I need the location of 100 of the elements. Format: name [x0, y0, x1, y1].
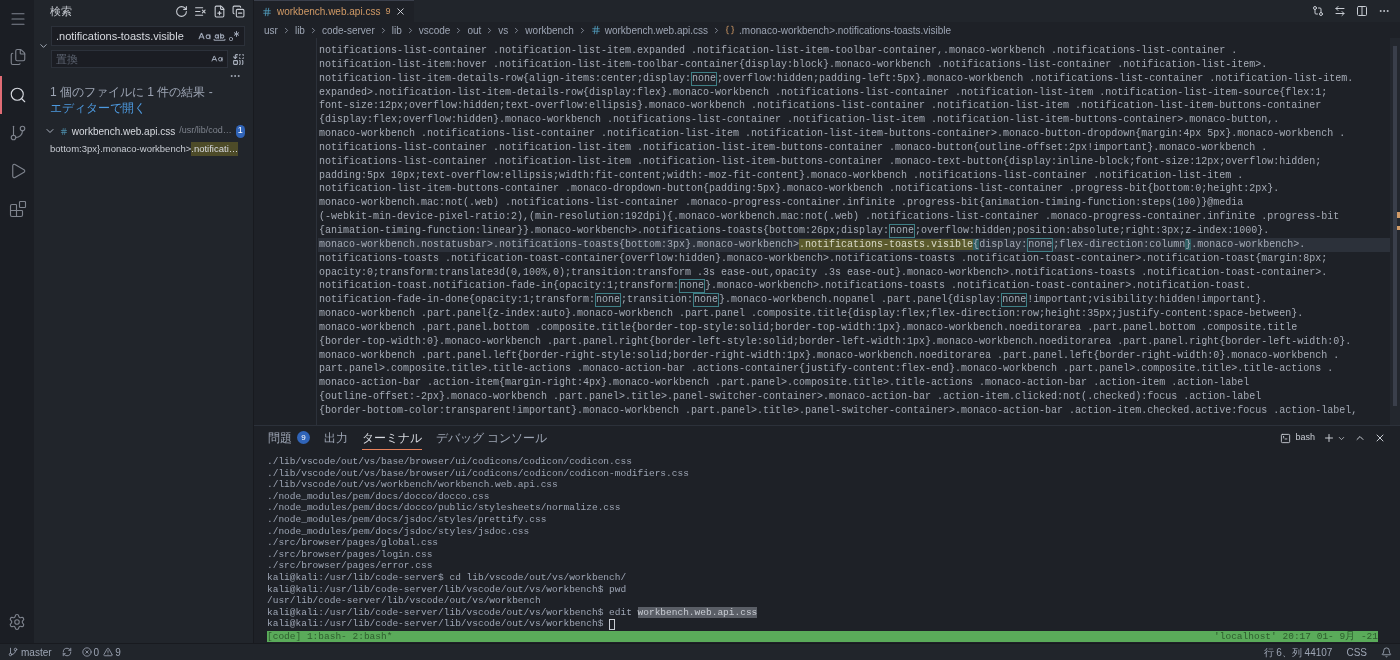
branch-icon — [9, 124, 27, 142]
code-text: }.monaco-workbench.nopanel .part.panel{display: — [719, 294, 1002, 306]
replace-all-button[interactable] — [232, 52, 245, 66]
sync-button[interactable] — [61, 647, 72, 657]
collapse-icon — [232, 4, 245, 18]
plus-icon — [1323, 432, 1335, 444]
word-highlight: none — [1027, 237, 1054, 252]
split-editor-icon — [1356, 5, 1368, 17]
files-icon — [9, 48, 27, 66]
search-icon — [9, 86, 27, 104]
preserve-case-icon — [211, 53, 223, 65]
breadcrumb-item[interactable]: usr — [264, 22, 278, 38]
breadcrumb-item[interactable]: out — [467, 22, 482, 38]
breadcrumb-item[interactable]: vs — [498, 22, 509, 38]
open-in-editor-link[interactable]: エディターで開く — [50, 101, 146, 115]
search-match: .notificati… — [191, 141, 239, 157]
code-text: display: — [979, 238, 1028, 250]
error-icon — [81, 647, 92, 657]
hash-icon — [262, 6, 272, 17]
file-plus-icon — [213, 4, 226, 18]
code-text: !important;visibility:hidden!important}. — [1027, 294, 1268, 306]
terminal-selection: workbench.web.api.css — [637, 606, 758, 619]
close-panel-button[interactable] — [1374, 432, 1386, 444]
clear-results-button[interactable] — [194, 4, 207, 18]
code-text: monaco-workbench.nostatusbar>.notifications-toasts{bottom:3px}.monaco-workbench> — [319, 238, 800, 250]
code-text: {animation-timing-function:linear}}.monaco-workbench>.notifications-toasts{bottom:26px;display: — [319, 224, 890, 236]
notifications-button[interactable] — [1381, 646, 1392, 658]
code-text: monaco-workbench .part.panel.left{border-right-style:solid;border-right-width:1px}.monaco-workbench.noeditorarea .part.panel.left{border-right-width:0}.monaco-workbench . — [319, 349, 1340, 361]
code-text: notification-fade-in-done{opacity:1;transform: — [319, 294, 596, 306]
breadcrumb-item[interactable]: .monaco-workbench>.notifications-toasts.visible — [739, 22, 952, 38]
tmux-host-time-text: 'localhost' 20:17 01- 9月 -21 — [1214, 630, 1378, 643]
terminal-text: ./lib/vscode/out/vs/base/browser/ui/codicons/codicon/codicon.css — [267, 456, 632, 468]
collapse-all-button[interactable] — [232, 4, 245, 18]
replace-all-icon — [232, 52, 245, 66]
breadcrumb-item[interactable]: workbench — [525, 22, 574, 38]
sync-icon — [61, 647, 72, 657]
code-text: ;overflow:hidden;padding-left:5px}.monaco-workbench .notifications-list-container .notification-list-item. — [717, 72, 1354, 84]
code-text: .monaco-workbench>. — [1191, 238, 1306, 250]
search-input[interactable]: .notifications-toasts.visible — [56, 27, 198, 45]
code-text: notifications-list-container .notification-list-item.expanded .notification-list-item-toolbar-container,.monaco-workbench .notifications-list-container . — [319, 45, 1238, 56]
close-tab-button[interactable] — [395, 6, 407, 17]
code-text: notification-list-item:hover .notification-list-item-toolbar-container{display:block}.monaco-workbench .notifications-list-container .notification-list-item>. — [319, 58, 1268, 70]
cursor-position[interactable]: 行 6、列 44107 — [1263, 644, 1333, 660]
terminal-text: ./src/browser/pages/global.css — [267, 537, 439, 549]
breadcrumb-item[interactable]: code-server — [321, 22, 375, 38]
new-search-editor-button[interactable] — [213, 4, 226, 18]
code-text: ;transition: — [621, 294, 694, 306]
breadcrumb-item[interactable]: vscode — [418, 22, 451, 38]
menu-icon — [9, 10, 27, 28]
search-field[interactable]: .notifications-toasts.visible — [51, 26, 245, 46]
breadcrumb-item[interactable]: lib — [294, 22, 305, 38]
code-text: monaco-workbench .part.panel.bottom .composite.title{border-top-style:solid;border-top-width:1px}.monaco-workbench.noeditorarea .part.panel.bottom .composite.title — [319, 321, 1298, 333]
code-text: notification-toast.notification-fade-in{opacity:1;transform: — [319, 280, 680, 292]
terminal-text: ./src/browser/pages/login.css — [267, 548, 433, 561]
problems-indicator[interactable]: 0 9 — [81, 644, 121, 660]
compare-icon — [1312, 5, 1324, 17]
terminal-name: bash — [1295, 431, 1315, 445]
bracket-match: } — [1185, 238, 1192, 250]
close-icon — [395, 6, 407, 17]
results-summary: 1 個のファイルに 1 件の結果 - エディターで開く — [50, 84, 214, 116]
bell-icon — [1381, 646, 1392, 658]
terminal-text: /usr/lib/code-server/lib/vscode/out/vs/workbench — [267, 595, 541, 607]
warning-count: 9 — [115, 645, 121, 660]
clear-list-icon — [194, 4, 207, 18]
panel-tab[interactable]: 問題 9 — [268, 426, 310, 450]
hash-icon — [60, 125, 68, 137]
terminal-icon — [1280, 432, 1292, 444]
branch-icon — [8, 647, 18, 657]
editor-tab[interactable]: workbench.web.api.css 9 — [254, 0, 415, 22]
branch-indicator[interactable]: master — [8, 644, 52, 660]
bracket-match: { — [973, 238, 980, 250]
branch-name: master — [21, 645, 52, 660]
code-text: {display:flex;overflow:hidden}.monaco-workbench .notifications-list-container .notification-list-item .notification-list-item-buttons-container>.monaco-button,. — [319, 114, 1280, 126]
terminal-selector[interactable]: bash — [1280, 431, 1315, 445]
code-text: part.panel>.composite.title>.title-actions .monaco-action-bar .actions-container{justify-content:flex-end}.monaco-workbench .part.panel>.composite.title>.title-actions . — [319, 363, 1334, 375]
refresh-button[interactable] — [175, 4, 188, 18]
tab-label: 問題 — [268, 429, 292, 447]
word-highlight: none — [1001, 293, 1028, 308]
terminal-text: ./node_modules/pem/docs/docco/public/stylesheets/normalize.css — [267, 502, 621, 514]
breadcrumb-item[interactable]: workbench.web.api.css — [604, 22, 709, 38]
result-count-badge: 1 — [235, 124, 245, 138]
terminal-text: ./node_modules/pem/docs/jsdoc/styles/jsdoc.css — [267, 525, 530, 538]
code-text: expanded>.notification-list-item-details-row{display:flex}.monaco-workbench .notifications-list-container .notification-list-item .notification-list-item-source{flex:1; — [319, 86, 1328, 98]
code-text: notifications-list-container .notification-list-item .notification-list-item-buttons-container .monaco-text-button{display:inline-block;font-size:12px;overflow:hidden; — [319, 155, 1322, 167]
breadcrumb-item[interactable]: lib — [391, 22, 402, 38]
result-match-row[interactable]: bottom:3px}.monaco-workbench>.notificati… — [34, 140, 253, 158]
new-terminal-button[interactable] — [1323, 432, 1335, 444]
code-text: padding:5px 10px;text-overflow:ellipsis;width:fit-content;width:-moz-fit-content}.monaco-workbench .notifications-list-container .notification-list-item . — [319, 169, 1244, 181]
language-mode[interactable]: CSS — [1346, 644, 1367, 660]
terminal-text: kali@kali:/usr/lib/code-server/lib/vscode/out/vs/workbench$ edit — [267, 606, 633, 619]
code-text: ;flex-direction:column — [1053, 238, 1186, 250]
result-file-row[interactable]: workbench.web.api.css /usr/lib/cod… 1 — [34, 122, 253, 140]
code-text: monaco-workbench .part.panel{z-index:auto}.monaco-workbench .part.panel .composite.title{display:flex;flex-direction:row;height:35px;justify-content:space-between}. — [319, 308, 1304, 320]
word-highlight: none — [889, 223, 916, 238]
hash-icon — [590, 25, 601, 35]
tab-label: workbench.web.api.css — [277, 5, 381, 19]
problem-count: 9 — [385, 4, 391, 18]
error-count: 0 — [93, 645, 100, 660]
settings-icon — [8, 613, 26, 631]
settings-button[interactable] — [8, 613, 26, 631]
